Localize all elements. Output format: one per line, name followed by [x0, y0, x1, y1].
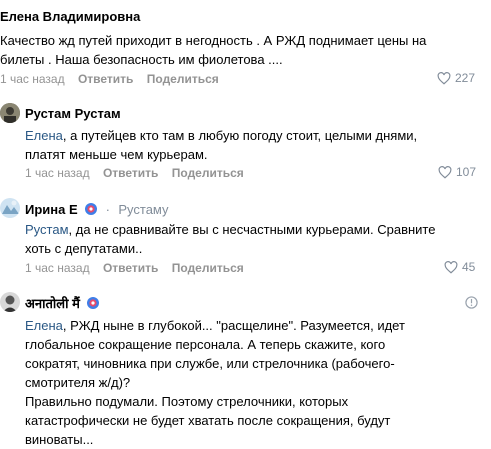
comment-text-line: Рустам, да не сравнивайте вы с несчастны…: [25, 222, 436, 237]
like-button[interactable]: 107: [438, 165, 476, 179]
like-button[interactable]: 45: [444, 260, 475, 274]
reply-separator: ·: [105, 202, 110, 217]
comment-author[interactable]: Рустам Рустам: [25, 106, 121, 121]
comment-time: 1 час назад: [25, 261, 90, 275]
reply-button[interactable]: Ответить: [103, 166, 158, 180]
comment-text: Рустам, да не сравнивайте вы с несчастны…: [25, 220, 435, 258]
comment-text-line: виноваты...: [25, 432, 94, 447]
comment-meta: 1 час назад Ответить Поделиться: [0, 72, 219, 86]
heart-outline-icon: [438, 165, 452, 179]
like-count: 45: [462, 260, 476, 274]
avatar[interactable]: [0, 198, 20, 218]
comment-text-line: платят меньше чем курьерам.: [25, 147, 208, 162]
comment-time: 1 час назад: [25, 166, 90, 180]
heart-outline-icon: [437, 71, 451, 85]
comment-text: Елена, а путейцев кто там в любую погоду…: [25, 126, 417, 164]
reply-button[interactable]: Ответить: [78, 72, 133, 86]
share-button[interactable]: Поделиться: [147, 72, 219, 86]
comment-text-line: Качество жд путей приходит в негодность …: [0, 33, 427, 48]
reply-to-link[interactable]: Рустаму: [118, 202, 168, 217]
share-button[interactable]: Поделиться: [172, 261, 244, 275]
reply-button[interactable]: Ответить: [103, 261, 158, 275]
comment-text: Елена, РЖД ныне в глубокой... "расщелине…: [25, 316, 405, 449]
comment-meta: 1 час назад Ответить Поделиться: [25, 166, 244, 180]
comment-author[interactable]: Елена Владимировна: [0, 9, 140, 24]
info-icon[interactable]: [465, 296, 478, 309]
comment-text-line: катастрофически не будет хватать после с…: [25, 413, 391, 428]
comment-time: 1 час назад: [0, 72, 65, 86]
comment-text-line: Елена, РЖД ныне в глубокой... "расщелине…: [25, 318, 405, 333]
mention-link[interactable]: Елена: [25, 128, 63, 143]
avatar[interactable]: [0, 103, 20, 123]
comment-text-line: смотрителя ж/д)?: [25, 375, 131, 390]
comment-text-line: Правильно подумали. Поэтому стрелочники,…: [25, 394, 349, 409]
comment-meta: 1 час назад Ответить Поделиться: [25, 261, 244, 275]
avatar[interactable]: [0, 292, 20, 312]
comment-text-line: хоть с депутатами..: [25, 241, 143, 256]
comment-text-line: глобальное сокращение персонала. А тепер…: [25, 337, 386, 352]
comment-text-line: сократят, чиновника при службе, или стре…: [25, 356, 395, 371]
colorful-badge-icon: [85, 203, 98, 215]
like-count: 107: [456, 165, 477, 179]
heart-outline-icon: [444, 260, 458, 274]
like-button[interactable]: 227: [437, 71, 475, 85]
mention-link[interactable]: Рустам: [25, 222, 69, 237]
comment-text-line: Елена, а путейцев кто там в любую погоду…: [25, 128, 418, 143]
comment-text-line: билеты . Наша безопасность им фиолетова …: [0, 52, 283, 67]
comment-header: अनातोली मैं: [25, 294, 100, 313]
colorful-badge-icon: [87, 297, 100, 309]
mention-link[interactable]: Елена: [25, 318, 63, 333]
like-count: 227: [455, 71, 476, 85]
comment-text: Качество жд путей приходит в негодность …: [0, 31, 426, 69]
share-button[interactable]: Поделиться: [172, 166, 244, 180]
comment-author[interactable]: अनातोली मैं: [25, 296, 80, 311]
comment-author[interactable]: Ирина Е: [25, 202, 78, 217]
comment-header: Ирина Е · Рустаму: [25, 201, 169, 219]
